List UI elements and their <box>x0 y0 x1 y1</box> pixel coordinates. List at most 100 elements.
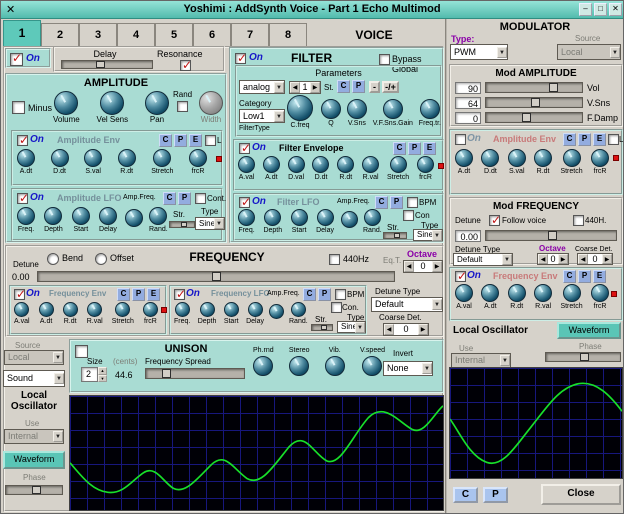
size-spinner[interactable]: 2 ▲ ▼ <box>81 367 107 382</box>
filter-on-checkbox[interactable] <box>235 53 246 64</box>
linear-checkbox[interactable] <box>608 134 619 145</box>
delay-slider[interactable] <box>61 60 153 69</box>
d-dt-knob[interactable] <box>51 149 69 167</box>
s-val-knob[interactable] <box>508 149 526 167</box>
detune-slider[interactable] <box>37 271 395 282</box>
mod-waveform-button[interactable]: Waveform <box>557 322 621 339</box>
bpm-checkbox[interactable] <box>335 289 346 300</box>
slider-handle[interactable] <box>96 61 105 68</box>
increment-icon[interactable]: ▶ <box>602 254 612 264</box>
filter-lfo-type-dropdown[interactable]: Sine▼ <box>413 229 443 241</box>
amp-freq-knob[interactable] <box>269 304 284 319</box>
decrement-icon[interactable]: ◀ <box>384 324 394 335</box>
sound-dropdown[interactable]: Sound▼ <box>3 370 65 387</box>
continuous-checkbox[interactable] <box>331 302 342 313</box>
vib-knob[interactable] <box>325 356 345 376</box>
d-dt-knob[interactable] <box>481 149 499 167</box>
r-dt-knob[interactable] <box>63 302 78 317</box>
waveform-button[interactable]: Waveform <box>3 451 65 469</box>
r-dt-knob[interactable] <box>118 149 136 167</box>
r-val-knob[interactable] <box>534 284 552 302</box>
p-button[interactable]: P <box>578 133 591 146</box>
ph-rnd-knob[interactable] <box>253 356 273 376</box>
increment-icon[interactable]: ▶ <box>558 254 568 264</box>
mod-use-dropdown[interactable]: Internal▼ <box>451 353 511 368</box>
coarse-det-stepper[interactable]: ◀0▶ <box>383 323 429 336</box>
c-button[interactable]: C <box>563 270 576 283</box>
stretch-knob[interactable] <box>563 284 581 302</box>
stereo-knob[interactable] <box>289 356 309 376</box>
a-dt-knob[interactable] <box>455 149 473 167</box>
filter-env-on-checkbox[interactable] <box>239 143 250 154</box>
c-freq-knob[interactable] <box>287 95 313 121</box>
stretch-knob[interactable] <box>153 149 171 167</box>
minus-plus-button[interactable]: -/+ <box>382 81 399 93</box>
resonance-checkbox[interactable] <box>180 60 191 71</box>
amp-freq-knob[interactable] <box>341 211 358 228</box>
a-val-knob[interactable] <box>14 302 29 317</box>
frcr-knob[interactable] <box>417 156 434 173</box>
tab-3[interactable]: 3 <box>79 23 117 46</box>
frequency-spread-slider[interactable] <box>145 368 245 379</box>
minus-checkbox[interactable] <box>12 101 25 114</box>
frcr-knob[interactable] <box>189 149 207 167</box>
slider-handle[interactable] <box>162 369 171 378</box>
phase-slider[interactable] <box>5 485 63 495</box>
tab-6[interactable]: 6 <box>193 23 231 46</box>
amp-lfo-on-checkbox[interactable] <box>17 193 28 204</box>
s-val-knob[interactable] <box>84 149 102 167</box>
tab-7[interactable]: 7 <box>231 23 269 46</box>
slider-handle[interactable] <box>181 222 187 227</box>
freq-tr-knob[interactable] <box>420 99 440 119</box>
close-button[interactable]: Close <box>541 484 621 505</box>
p-button[interactable]: P <box>578 270 591 283</box>
p-button[interactable]: P <box>408 142 421 155</box>
increment-icon[interactable]: ▲ <box>98 367 107 375</box>
continuous-checkbox[interactable] <box>403 210 414 221</box>
v-sns-knob[interactable] <box>347 99 367 119</box>
decrement-icon[interactable]: ◀ <box>404 261 414 272</box>
linear-checkbox[interactable] <box>205 135 216 146</box>
vsns-slider[interactable] <box>485 97 583 108</box>
stages-stepper[interactable]: ◀1▶ <box>289 81 321 94</box>
mod-coarse-stepper[interactable]: ◀0▶ <box>577 253 613 265</box>
stretch-knob[interactable] <box>563 149 581 167</box>
c-button[interactable]: C <box>393 142 406 155</box>
freq-lfo-type-dropdown[interactable]: Sine▼ <box>337 321 366 333</box>
c-button[interactable]: C <box>337 80 350 93</box>
d-val-knob[interactable] <box>288 156 305 173</box>
freq-env-on-checkbox[interactable] <box>14 289 25 300</box>
amp-env-on-checkbox[interactable] <box>17 135 28 146</box>
mod-phase-slider[interactable] <box>545 352 621 362</box>
a-dt-knob[interactable] <box>481 284 499 302</box>
decrement-icon[interactable]: ◀ <box>578 254 588 264</box>
titlebar[interactable]: ✕ Yoshimi : AddSynth Voice - Part 1 Echo… <box>1 1 623 19</box>
r-dt-knob[interactable] <box>508 284 526 302</box>
detune-type-dropdown[interactable]: Default▼ <box>371 297 443 312</box>
mod-freq-env-on-checkbox[interactable] <box>455 271 466 282</box>
r-val-knob[interactable] <box>362 156 379 173</box>
octave-stepper[interactable]: ◀0▶ <box>403 260 443 273</box>
d-dt-knob[interactable] <box>312 156 329 173</box>
freq-knob[interactable] <box>17 207 35 225</box>
c-button[interactable]: C <box>303 288 316 301</box>
tab-4[interactable]: 4 <box>117 23 155 46</box>
rand-knob[interactable] <box>149 207 167 225</box>
str-slider[interactable] <box>383 232 407 239</box>
slider-handle[interactable] <box>531 98 540 107</box>
freq-knob[interactable] <box>175 302 190 317</box>
vol-slider[interactable] <box>485 82 583 93</box>
depth-knob[interactable] <box>200 302 215 317</box>
frcr-knob[interactable] <box>591 284 609 302</box>
mod-type-dropdown[interactable]: PWM▼ <box>450 44 508 60</box>
e-button[interactable]: E <box>593 270 606 283</box>
bypass-global-checkbox[interactable] <box>379 54 390 65</box>
slider-handle[interactable] <box>32 486 41 494</box>
slider-handle[interactable] <box>522 113 531 122</box>
pan-knob[interactable] <box>145 91 169 115</box>
amp-freq-knob[interactable] <box>125 209 143 227</box>
c-button[interactable]: C <box>117 288 130 301</box>
paste-button[interactable]: P <box>483 487 508 503</box>
slider-handle[interactable] <box>549 83 558 92</box>
p-button[interactable]: P <box>352 80 365 93</box>
